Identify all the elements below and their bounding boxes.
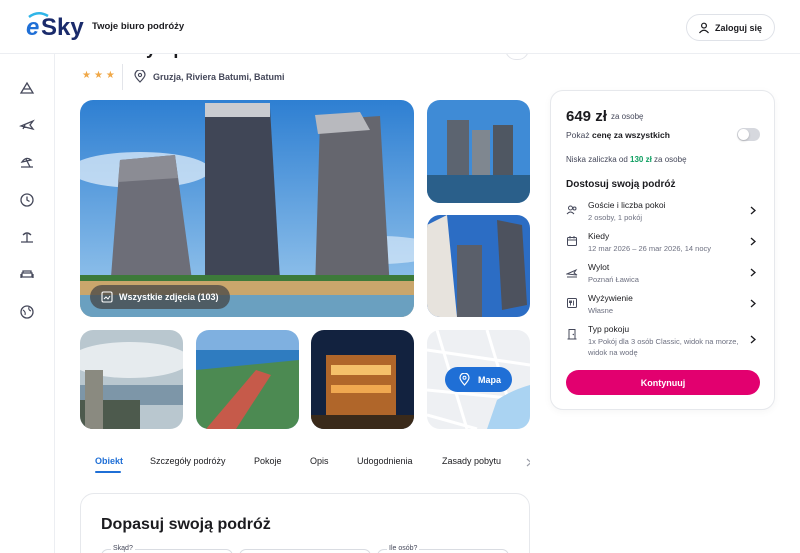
login-button[interactable]: Zaloguj się <box>685 14 775 41</box>
hotel-stars: ★★★ <box>82 70 118 81</box>
price-per-person: za osobę <box>611 112 644 121</box>
date-field[interactable] <box>239 549 371 553</box>
option-room-type-label: Typ pokoju <box>588 324 630 334</box>
chevron-right-icon <box>750 237 756 246</box>
sofa-icon[interactable] <box>19 266 35 282</box>
plane-icon[interactable] <box>19 117 35 133</box>
option-dates-value: 12 mar 2026 – 26 mar 2026, 14 nocy <box>588 244 711 253</box>
option-board[interactable]: Wyżywienie Własne <box>551 293 776 323</box>
photo-thumb-3[interactable] <box>80 330 183 429</box>
option-guests-label: Goście i liczba pokoi <box>588 200 666 210</box>
deposit-info: Niska zaliczka od 130 zł za osobę <box>566 155 687 164</box>
island-icon[interactable] <box>19 229 35 245</box>
location-pin-icon <box>134 70 146 83</box>
all-photos-label: Wszystkie zdjęcia (103) <box>119 292 219 302</box>
trip-card-title: Dopasuj swoją podróż <box>101 516 271 533</box>
chevron-right-icon <box>750 335 756 344</box>
clock-icon[interactable] <box>19 192 35 208</box>
photo-thumb-2[interactable] <box>427 215 530 317</box>
map-label: Mapa <box>478 374 502 385</box>
user-icon <box>699 22 709 34</box>
guests-field-label: Ile osób? <box>387 545 420 552</box>
price: 649 zł <box>566 108 607 125</box>
cutlery-icon <box>567 298 577 308</box>
tab-zasady[interactable]: Zasady pobytu <box>442 456 501 466</box>
from-field-label: Skąd? <box>111 545 135 552</box>
chevron-right-icon <box>750 206 756 215</box>
plane-takeoff-icon <box>566 268 578 278</box>
section-tabs: Obiekt Szczegóły podróży Pokoje Opis Udo… <box>80 450 530 480</box>
booking-panel: 649 zł za osobę Pokaż cenę za wszystkich… <box>550 90 775 410</box>
show-total-price-text: Pokaż cenę za wszystkich <box>566 130 670 140</box>
chevron-right-icon <box>750 268 756 277</box>
guests-icon <box>566 205 577 215</box>
trip-customize-card: Dopasuj swoją podróż Skąd? Ile osób? <box>80 493 530 553</box>
hotel-location[interactable]: Gruzja, Riviera Batumi, Batumi <box>153 72 285 82</box>
esky-logo[interactable]: e Sky <box>26 11 86 41</box>
option-guests-value: 2 osoby, 1 pokój <box>588 213 643 222</box>
calendar-icon <box>567 236 577 246</box>
guests-field[interactable]: Ile osób? <box>377 545 509 553</box>
svg-text:e: e <box>26 14 39 41</box>
option-departure[interactable]: Wylot Poznań Ławica <box>551 262 776 292</box>
tab-pokoje[interactable]: Pokoje <box>254 456 282 466</box>
map-pin-icon <box>459 373 470 386</box>
option-room-type[interactable]: Typ pokoju 1x Pokój dla 3 osób Classic, … <box>551 324 776 360</box>
mountain-icon[interactable] <box>19 80 35 96</box>
tagline: Twoje biuro podróży <box>92 21 185 32</box>
option-departure-label: Wylot <box>588 262 610 272</box>
option-guests[interactable]: Goście i liczba pokoi 2 osoby, 1 pokój <box>551 200 776 230</box>
toggle-knob <box>738 129 749 140</box>
tab-opis[interactable]: Opis <box>310 456 329 466</box>
option-board-value: Własne <box>588 306 614 315</box>
photo-thumb-4[interactable] <box>196 330 299 429</box>
option-dates[interactable]: Kiedy 12 mar 2026 – 26 mar 2026, 14 nocy <box>551 231 776 261</box>
sidebar <box>0 54 55 553</box>
top-header: e Sky Twoje biuro podróży Zaloguj się <box>0 0 800 54</box>
tab-szczegoly[interactable]: Szczegóły podróży <box>150 456 226 466</box>
tab-obiekt[interactable]: Obiekt <box>95 456 123 466</box>
svg-text:Sky: Sky <box>41 14 84 41</box>
tab-udogodnienia[interactable]: Udogodnienia <box>357 456 413 466</box>
active-tab-indicator <box>95 471 121 473</box>
photo-thumb-5[interactable] <box>311 330 414 429</box>
customize-title: Dostosuj swoją podróż <box>566 179 676 190</box>
globe-icon[interactable] <box>19 304 35 320</box>
door-icon <box>567 329 577 340</box>
chevron-right-icon <box>750 299 756 308</box>
from-field[interactable]: Skąd? <box>101 545 233 553</box>
option-board-label: Wyżywienie <box>588 293 633 303</box>
total-price-toggle[interactable] <box>737 128 760 141</box>
option-dates-label: Kiedy <box>588 231 610 241</box>
photo-thumb-1[interactable] <box>427 100 530 203</box>
all-photos-button[interactable]: Wszystkie zdjęcia (103) <box>90 285 230 309</box>
login-label: Zaloguj się <box>714 22 762 33</box>
gallery-icon <box>101 291 113 303</box>
map-button[interactable]: Mapa <box>445 367 512 392</box>
tabs-scroll-chevron-icon[interactable] <box>526 458 530 467</box>
beach-icon[interactable] <box>19 154 35 170</box>
continue-button[interactable]: Kontynuuj <box>566 370 760 395</box>
option-room-type-value: 1x Pokój dla 3 osób Classic, widok na mo… <box>588 337 739 357</box>
option-departure-value: Poznań Ławica <box>588 275 639 284</box>
divider <box>122 64 123 90</box>
